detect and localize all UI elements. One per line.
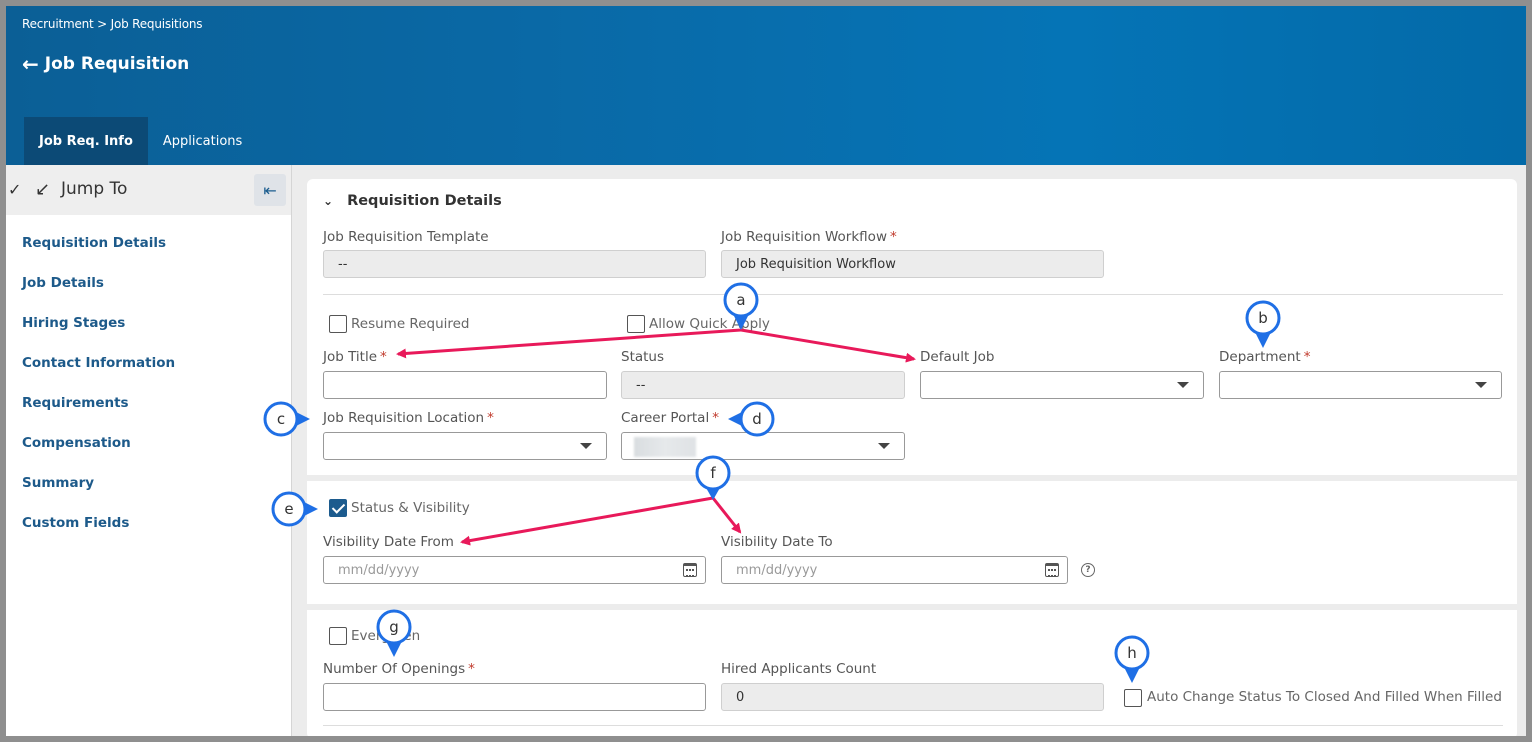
required-mark: *: [889, 229, 897, 245]
sidebar-item-custom-fields[interactable]: Custom Fields: [6, 503, 291, 543]
workflow-field: Job Requisition Workflow: [721, 250, 1104, 278]
section-title: Requisition Details: [347, 193, 502, 209]
page-title: ← Job Requisition: [22, 54, 189, 74]
divider: [323, 725, 1503, 726]
sidebar-item-job-details[interactable]: Job Details: [6, 263, 291, 303]
divider: [323, 294, 1503, 295]
jump-to-label: Jump To: [61, 179, 128, 199]
openings-label-text: Number Of Openings: [323, 661, 466, 677]
location-label-text: Job Requisition Location: [323, 410, 485, 426]
department-label: Department *: [1219, 349, 1310, 365]
template-label: Job Requisition Template: [323, 229, 489, 245]
career-portal-label: Career Portal *: [621, 410, 719, 426]
calendar-icon[interactable]: [1045, 563, 1059, 577]
jump-to-nav: Requisition Details Job Details Hiring S…: [6, 215, 291, 543]
status-field: --: [621, 371, 905, 399]
tab-job-req-info[interactable]: Job Req. Info: [24, 117, 148, 165]
dropdown-caret-icon: [580, 443, 592, 449]
department-label-text: Department: [1219, 349, 1301, 365]
dropdown-caret-icon: [878, 443, 890, 449]
workflow-label-text: Job Requisition Workflow: [721, 229, 887, 245]
sidebar-item-contact-information[interactable]: Contact Information: [6, 343, 291, 383]
sidebar-item-hiring-stages[interactable]: Hiring Stages: [6, 303, 291, 343]
tab-applications[interactable]: Applications: [148, 117, 257, 165]
evergreen-label: Evergreen: [351, 628, 421, 644]
help-icon[interactable]: ?: [1081, 563, 1095, 577]
allow-quick-apply-label: Allow Quick Apply: [649, 316, 770, 332]
template-field: --: [323, 250, 706, 278]
openings-label: Number Of Openings *: [323, 661, 475, 677]
required-mark: *: [487, 410, 494, 426]
auto-close-label: Auto Change Status To Closed And Filled …: [1147, 689, 1502, 705]
department-select[interactable]: [1219, 371, 1502, 399]
required-mark: *: [1303, 349, 1311, 365]
location-select[interactable]: [323, 432, 607, 460]
sidebar-item-compensation[interactable]: Compensation: [6, 423, 291, 463]
location-label: Job Requisition Location *: [323, 410, 494, 426]
sidebar-item-requirements[interactable]: Requirements: [6, 383, 291, 423]
visibility-to-date-input[interactable]: mm/dd/yyyy: [721, 556, 1068, 584]
job-title-label: Job Title *: [323, 349, 387, 365]
tab-bar: Job Req. Info Applications: [24, 117, 257, 165]
jump-to-sidebar: ✓ ↙ Jump To ⇤ Requisition Details Job De…: [6, 165, 292, 736]
status-visibility-checkbox[interactable]: [329, 499, 347, 517]
section-gap: [307, 475, 1517, 481]
requisition-details-card: ⌄ Requisition Details Job Requisition Te…: [307, 179, 1517, 736]
default-job-label: Default Job: [920, 349, 995, 365]
sidebar-item-summary[interactable]: Summary: [6, 463, 291, 503]
evergreen-checkbox[interactable]: [329, 627, 347, 645]
career-portal-label-text: Career Portal: [621, 410, 710, 426]
breadcrumb[interactable]: Recruitment > Job Requisitions: [22, 17, 203, 31]
date-placeholder: mm/dd/yyyy: [338, 562, 420, 578]
back-arrow-icon[interactable]: ←: [22, 54, 39, 74]
status-value: --: [636, 377, 646, 393]
visibility-from-label: Visibility Date From: [323, 534, 454, 550]
hired-count-value: 0: [736, 689, 745, 705]
jump-to-header[interactable]: ✓ ↙ Jump To ⇤: [6, 165, 291, 215]
visibility-to-label: Visibility Date To: [721, 534, 833, 550]
status-label: Status: [621, 349, 665, 365]
auto-close-checkbox[interactable]: [1124, 689, 1142, 707]
resume-required-label: Resume Required: [351, 316, 470, 332]
collapse-sidebar-button[interactable]: ⇤: [254, 174, 286, 206]
status-visibility-label: Status & Visibility: [351, 500, 470, 516]
section-gap: [307, 604, 1517, 610]
calendar-icon[interactable]: [683, 563, 697, 577]
required-mark: *: [712, 410, 719, 426]
section-header[interactable]: ⌄ Requisition Details: [323, 193, 502, 209]
dropdown-caret-icon: [1177, 382, 1189, 388]
default-job-select[interactable]: [920, 371, 1204, 399]
hired-count-field: 0: [721, 683, 1104, 711]
job-title-input[interactable]: [323, 371, 607, 399]
chevron-down-icon[interactable]: ✓: [8, 180, 21, 199]
page-title-text: Job Requisition: [44, 54, 190, 74]
workflow-label: Job Requisition Workflow *: [721, 229, 897, 245]
date-placeholder: mm/dd/yyyy: [736, 562, 818, 578]
openings-input[interactable]: [323, 683, 706, 711]
chevron-down-icon[interactable]: ⌄: [323, 194, 333, 208]
required-mark: *: [380, 349, 387, 365]
hired-count-label: Hired Applicants Count: [721, 661, 877, 677]
resume-required-checkbox[interactable]: [329, 315, 347, 333]
sidebar-item-requisition-details[interactable]: Requisition Details: [6, 223, 291, 263]
workflow-value: Job Requisition Workflow: [736, 256, 896, 272]
visibility-from-date-input[interactable]: mm/dd/yyyy: [323, 556, 706, 584]
jump-arrow-icon: ↙: [35, 179, 51, 200]
app-window: Recruitment > Job Requisitions ← Job Req…: [6, 6, 1526, 736]
dropdown-caret-icon: [1475, 382, 1487, 388]
career-portal-select[interactable]: [621, 432, 905, 460]
template-value: --: [338, 256, 348, 272]
allow-quick-apply-checkbox[interactable]: [627, 315, 645, 333]
required-mark: *: [468, 661, 475, 677]
job-title-label-text: Job Title: [323, 349, 378, 365]
page-header: Recruitment > Job Requisitions ← Job Req…: [6, 6, 1526, 165]
redacted-value: [634, 437, 696, 457]
